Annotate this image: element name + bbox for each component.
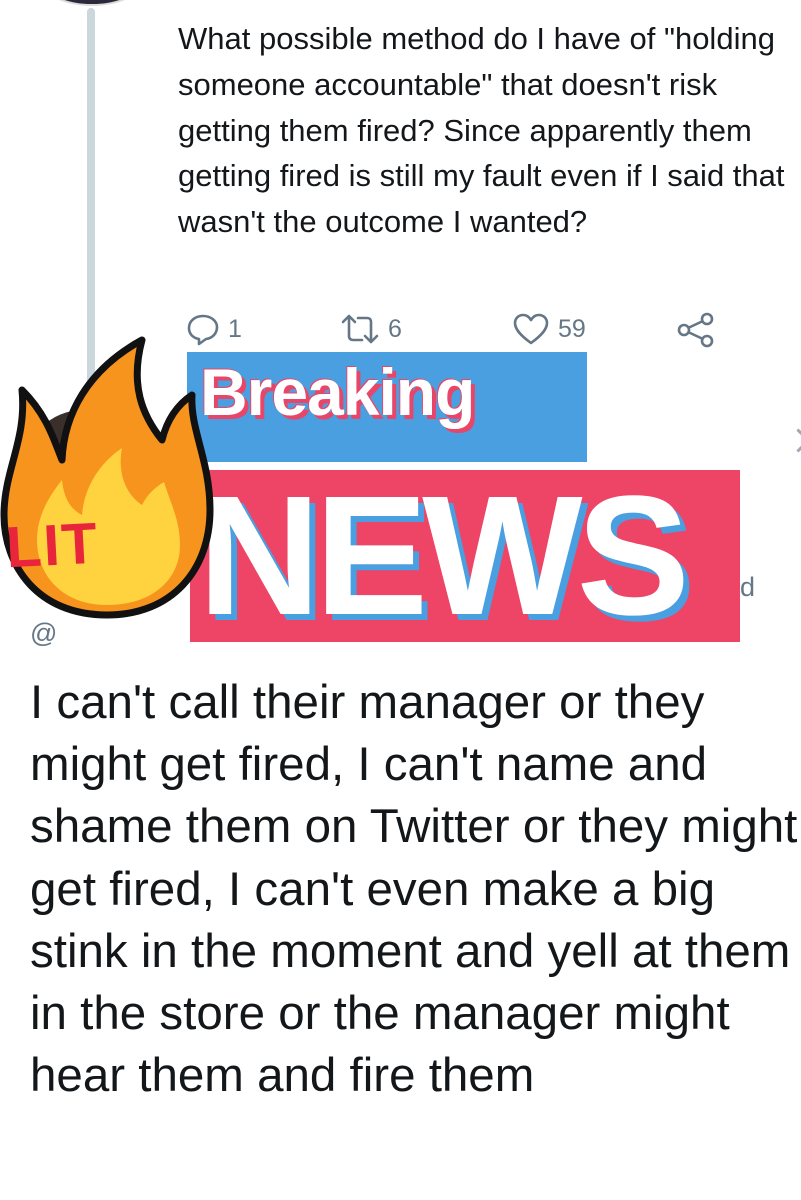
reply-header-fragment: d (740, 572, 756, 602)
reply-tweet-text: I can't call their manager or they might… (30, 676, 798, 1103)
lit-label: LIT (4, 510, 101, 581)
avatar[interactable] (44, 0, 140, 4)
news-label: NEWS (198, 461, 690, 651)
like-count: 59 (558, 314, 586, 343)
retweet-button[interactable]: 6 (340, 312, 402, 346)
retweet-count: 6 (388, 314, 402, 343)
chevron-down-icon[interactable] (786, 428, 801, 453)
retweet-icon (340, 312, 380, 346)
share-button[interactable] (676, 312, 716, 348)
like-button[interactable]: 59 (512, 312, 586, 346)
breaking-label: Breaking (200, 355, 475, 429)
tweet-text: What possible method do I have of "holdi… (178, 21, 785, 240)
reply-count: 1 (228, 314, 242, 343)
share-icon (676, 312, 716, 348)
like-icon (512, 312, 550, 346)
flame-icon (0, 336, 214, 619)
